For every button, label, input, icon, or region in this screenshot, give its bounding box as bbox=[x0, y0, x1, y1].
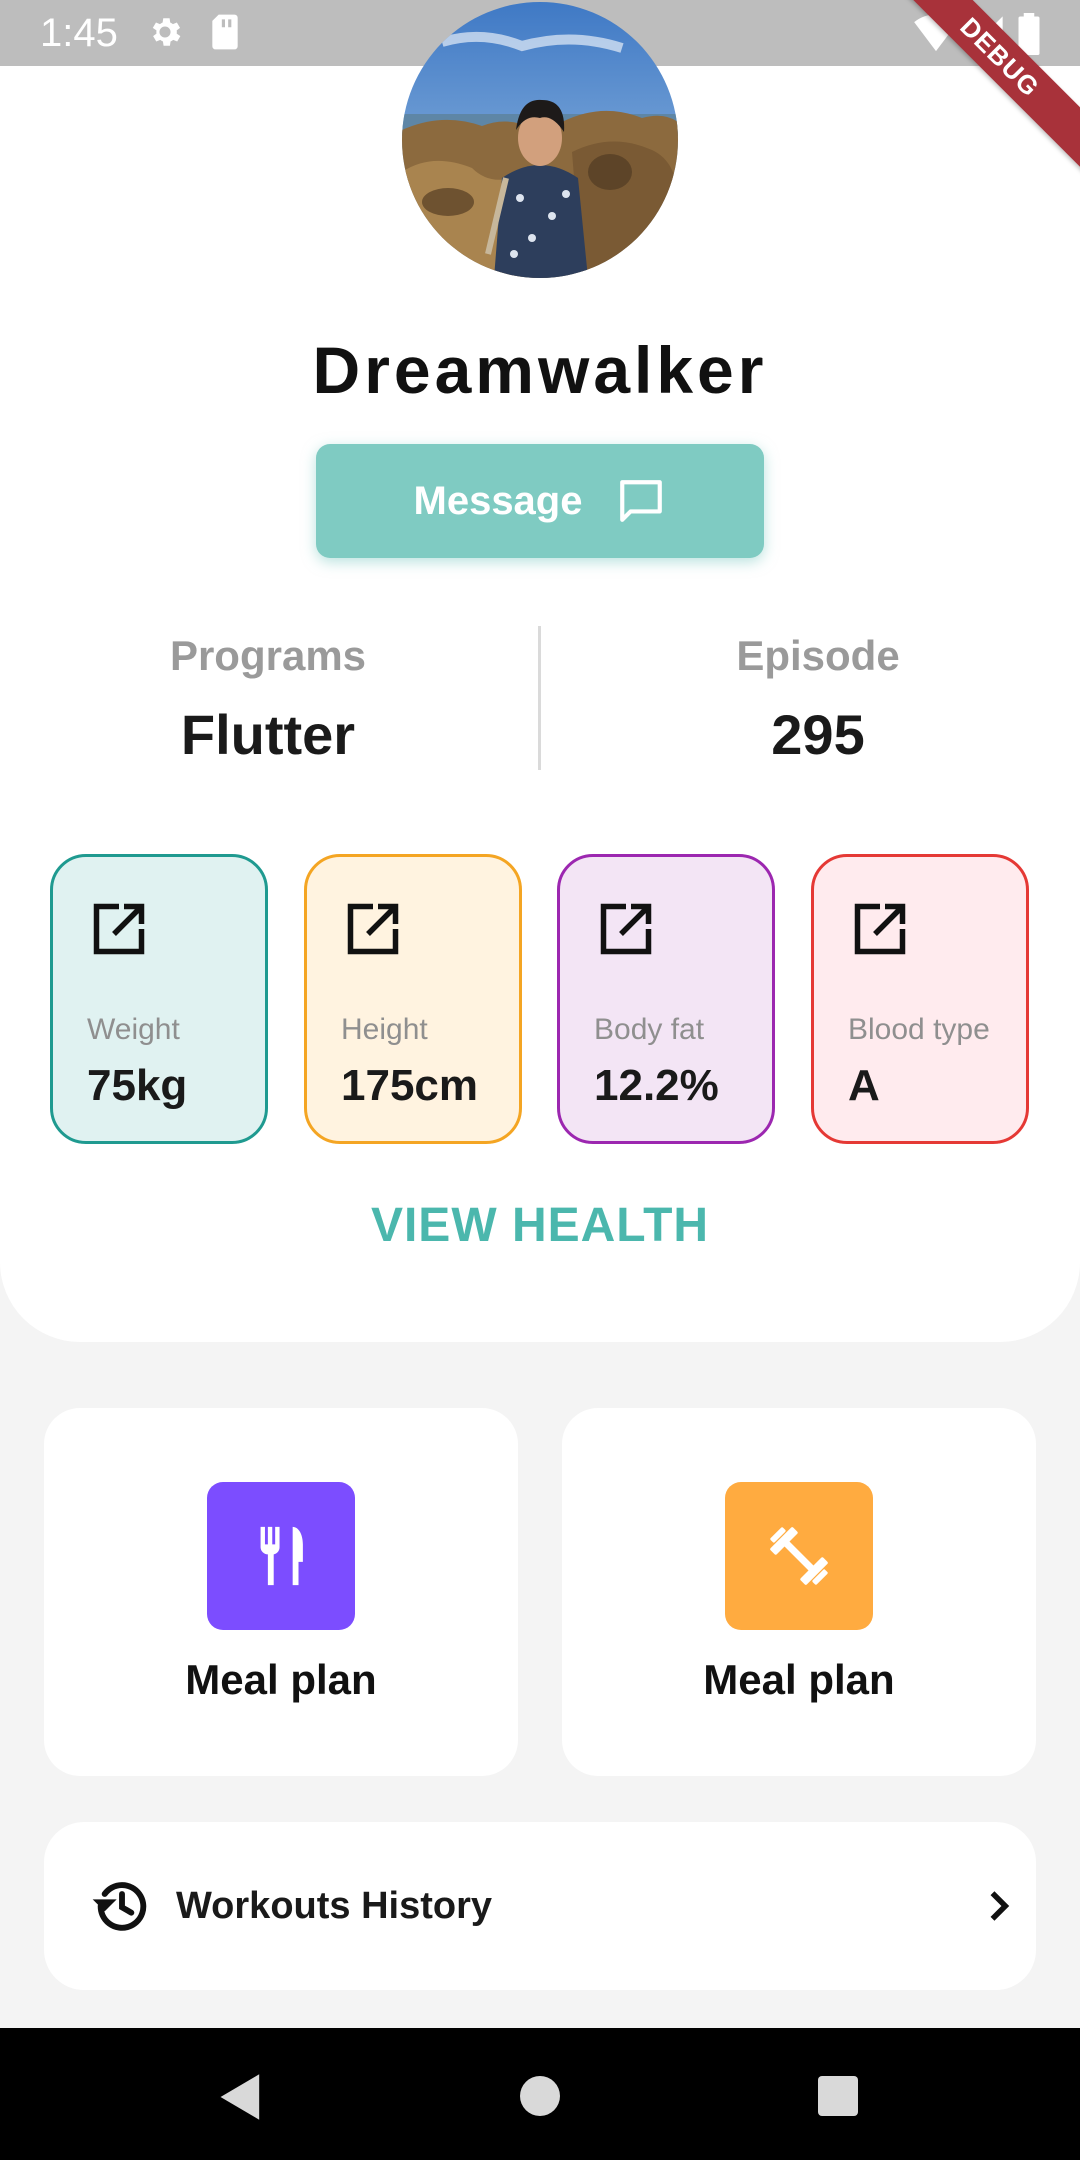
stats-divider bbox=[538, 626, 541, 770]
metric-value: A bbox=[848, 1061, 880, 1110]
metric-card-height[interactable]: Height 175cm bbox=[304, 854, 522, 1144]
tile-label: Meal plan bbox=[185, 1656, 377, 1703]
history-label: Workouts History bbox=[176, 1885, 493, 1927]
system-nav-bar bbox=[0, 2028, 1080, 2160]
stat-value: Flutter bbox=[180, 703, 356, 766]
home-icon[interactable] bbox=[520, 2076, 560, 2116]
workouts-history-row[interactable]: Workouts History bbox=[44, 1822, 1036, 1990]
meal-plan-tile[interactable]: Meal plan bbox=[44, 1408, 518, 1776]
screen: 1:45 DEBUG Dreamwalker Message Programs … bbox=[0, 0, 1080, 2160]
open-in-new-icon bbox=[347, 903, 399, 955]
profile-name: Dreamwalker bbox=[312, 333, 768, 407]
meal-plan-tile[interactable]: Meal plan bbox=[562, 1408, 1036, 1776]
metric-card-body-fat[interactable]: Body fat 12.2% bbox=[557, 854, 775, 1144]
open-in-new-icon bbox=[854, 903, 906, 955]
restaurant-icon bbox=[207, 1482, 355, 1630]
metric-label: Body fat bbox=[594, 1013, 705, 1046]
fitness-icon bbox=[725, 1482, 873, 1630]
status-time: 1:45 bbox=[40, 11, 118, 55]
stat-episode: Episode 295 bbox=[548, 620, 1080, 772]
metric-card-blood-type[interactable]: Blood type A bbox=[811, 854, 1029, 1144]
back-icon[interactable] bbox=[218, 2072, 264, 2122]
open-in-new-icon bbox=[600, 903, 652, 955]
metric-value: 75kg bbox=[87, 1061, 188, 1110]
view-health-button[interactable]: VIEW HEALTH bbox=[0, 1196, 1080, 1256]
avatar[interactable] bbox=[402, 2, 678, 278]
stat-label: Episode bbox=[736, 632, 900, 679]
metric-label: Weight bbox=[87, 1013, 180, 1046]
stat-programs: Programs Flutter bbox=[0, 620, 538, 772]
metric-value: 12.2% bbox=[594, 1061, 719, 1110]
recents-icon[interactable] bbox=[818, 2076, 858, 2116]
settings-icon bbox=[152, 18, 181, 46]
stat-value: 295 bbox=[771, 703, 865, 766]
metric-label: Blood type bbox=[848, 1013, 990, 1046]
metric-card-weight[interactable]: Weight 75kg bbox=[50, 854, 268, 1144]
stat-label: Programs bbox=[169, 632, 367, 679]
chat-bubble-icon bbox=[620, 480, 663, 522]
open-in-new-icon bbox=[93, 903, 145, 955]
message-button-label: Message bbox=[413, 478, 583, 523]
message-button[interactable]: Message bbox=[316, 444, 764, 558]
metric-value: 175cm bbox=[341, 1061, 479, 1110]
history-icon bbox=[92, 1882, 147, 1931]
profile-stats: Programs Flutter Episode 295 bbox=[0, 620, 1080, 770]
metric-label: Height bbox=[341, 1013, 428, 1046]
sd-card-icon bbox=[212, 14, 238, 50]
tile-label: Meal plan bbox=[703, 1656, 895, 1703]
chevron-right-icon bbox=[990, 1891, 1010, 1921]
